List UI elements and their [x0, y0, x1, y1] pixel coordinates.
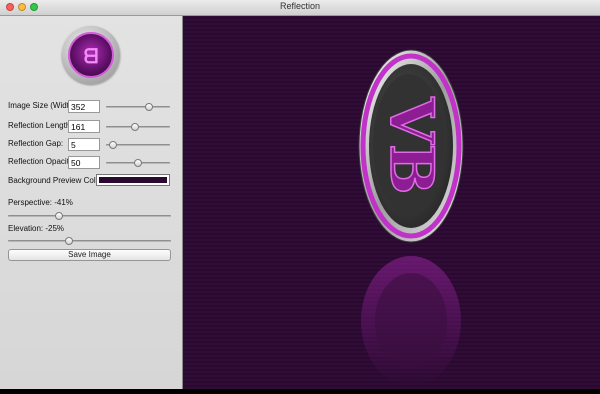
logo-coin: VB	[358, 49, 464, 243]
reflection-length-slider-knob[interactable]	[131, 123, 139, 131]
perspective-row: Perspective: -41%	[0, 197, 182, 211]
reflection-opacity-slider-knob[interactable]	[134, 159, 142, 167]
reflection-opacity-field[interactable]: 50	[68, 156, 100, 169]
perspective-slider-knob[interactable]	[55, 212, 63, 220]
thumbnail-logo: ᗺ	[68, 32, 114, 78]
window-title: Reflection	[279, 1, 321, 11]
titlebar: Reflection	[0, 0, 600, 16]
reflection-gap-slider-knob[interactable]	[109, 141, 117, 149]
logo-reflection	[361, 256, 461, 386]
save-image-button[interactable]: Save Image	[8, 249, 171, 261]
reflection-length-field[interactable]: 161	[68, 120, 100, 133]
image-size-slider-knob[interactable]	[145, 103, 153, 111]
image-size-row: Image Size (Width): 352	[0, 100, 182, 114]
perspective-label: Perspective: -41%	[8, 198, 73, 207]
image-size-field[interactable]: 352	[68, 100, 100, 113]
reflection-length-row: Reflection Length: 161	[0, 120, 182, 134]
elevation-slider-knob[interactable]	[65, 237, 73, 245]
reflection-opacity-label: Reflection Opacity:	[8, 157, 76, 166]
elevation-row: Elevation: -25%	[0, 223, 182, 237]
app-window: Reflection ᗺ Image Size (Width): 352 Ref…	[0, 0, 600, 389]
reflection-length-label: Reflection Length:	[8, 121, 73, 130]
reflection-gap-field[interactable]: 5	[68, 138, 100, 151]
preview-canvas: VB	[183, 16, 600, 389]
thumbnail-logo-glyph: ᗺ	[83, 44, 99, 68]
background-color-swatch	[99, 177, 167, 183]
background-color-row: Background Preview Color:	[0, 174, 182, 189]
preview-graphic: VB	[358, 49, 464, 386]
settings-sidebar: ᗺ Image Size (Width): 352 Reflection Len…	[0, 16, 183, 389]
reflection-gap-row: Reflection Gap: 5	[0, 138, 182, 152]
elevation-slider[interactable]	[8, 237, 171, 245]
reflection-length-slider[interactable]	[106, 123, 170, 131]
elevation-label: Elevation: -25%	[8, 224, 65, 233]
reflection-gap-label: Reflection Gap:	[8, 139, 64, 148]
image-thumbnail: ᗺ	[62, 26, 120, 84]
reflection-gap-slider[interactable]	[106, 141, 170, 149]
reflection-opacity-row: Reflection Opacity: 50	[0, 156, 182, 170]
image-size-slider[interactable]	[106, 103, 170, 111]
background-color-label: Background Preview Color:	[8, 176, 105, 185]
reflection-opacity-slider[interactable]	[106, 159, 170, 167]
perspective-slider[interactable]	[8, 212, 171, 220]
background-color-well[interactable]	[96, 174, 170, 186]
logo-glyph: VB	[376, 96, 446, 194]
